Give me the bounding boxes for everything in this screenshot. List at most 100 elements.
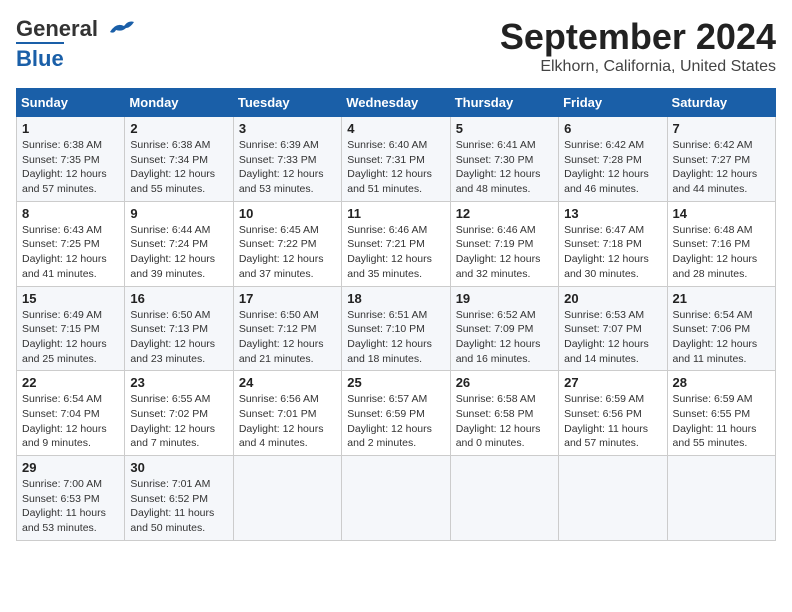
day-detail: Sunrise: 6:39 AM Sunset: 7:33 PM Dayligh…: [239, 138, 336, 197]
logo-bird-icon: [102, 18, 134, 40]
day-detail: Sunrise: 6:44 AM Sunset: 7:24 PM Dayligh…: [130, 223, 227, 282]
day-detail: Sunrise: 6:58 AM Sunset: 6:58 PM Dayligh…: [456, 392, 553, 451]
calendar-week-row: 15 Sunrise: 6:49 AM Sunset: 7:15 PM Dayli…: [17, 286, 776, 371]
day-number: 30: [130, 460, 227, 475]
calendar-cell: 17 Sunrise: 6:50 AM Sunset: 7:12 PM Dayli…: [233, 286, 341, 371]
calendar-cell: [342, 456, 450, 541]
day-detail: Sunrise: 6:52 AM Sunset: 7:09 PM Dayligh…: [456, 308, 553, 367]
weekday-header-tuesday: Tuesday: [233, 89, 341, 117]
day-detail: Sunrise: 6:42 AM Sunset: 7:28 PM Dayligh…: [564, 138, 661, 197]
calendar-cell: 13 Sunrise: 6:47 AM Sunset: 7:18 PM Dayli…: [559, 201, 667, 286]
calendar-cell: 18 Sunrise: 6:51 AM Sunset: 7:10 PM Dayli…: [342, 286, 450, 371]
day-detail: Sunrise: 6:49 AM Sunset: 7:15 PM Dayligh…: [22, 308, 119, 367]
calendar-cell: 30 Sunrise: 7:01 AM Sunset: 6:52 PM Dayli…: [125, 456, 233, 541]
calendar-subtitle: Elkhorn, California, United States: [500, 58, 776, 76]
weekday-header-sunday: Sunday: [17, 89, 125, 117]
calendar-cell: 20Sunrise: 6:53 AM Sunset: 7:07 PM Dayli…: [559, 286, 667, 371]
day-number: 2: [130, 121, 227, 136]
weekday-header-thursday: Thursday: [450, 89, 558, 117]
day-detail: Sunrise: 6:47 AM Sunset: 7:18 PM Dayligh…: [564, 223, 661, 282]
calendar-cell: 8 Sunrise: 6:43 AM Sunset: 7:25 PM Daylig…: [17, 201, 125, 286]
day-detail: Sunrise: 6:57 AM Sunset: 6:59 PM Dayligh…: [347, 392, 444, 451]
calendar-cell: 24Sunrise: 6:56 AM Sunset: 7:01 PM Dayli…: [233, 371, 341, 456]
day-number: 28: [673, 375, 770, 390]
calendar-week-row: 8 Sunrise: 6:43 AM Sunset: 7:25 PM Daylig…: [17, 201, 776, 286]
day-detail: Sunrise: 6:41 AM Sunset: 7:30 PM Dayligh…: [456, 138, 553, 197]
day-detail: Sunrise: 6:43 AM Sunset: 7:25 PM Dayligh…: [22, 223, 119, 282]
day-number: 20: [564, 291, 661, 306]
day-number: 5: [456, 121, 553, 136]
logo-general: General: [16, 16, 98, 42]
day-number: 3: [239, 121, 336, 136]
calendar-cell: [450, 456, 558, 541]
day-number: 18: [347, 291, 444, 306]
day-number: 17: [239, 291, 336, 306]
day-number: 19: [456, 291, 553, 306]
day-detail: Sunrise: 6:56 AM Sunset: 7:01 PM Dayligh…: [239, 392, 336, 451]
calendar-cell: 4 Sunrise: 6:40 AM Sunset: 7:31 PM Daylig…: [342, 117, 450, 202]
logo-blue: Blue: [16, 42, 64, 72]
day-number: 27: [564, 375, 661, 390]
calendar-week-row: 1Sunrise: 6:38 AM Sunset: 7:35 PM Daylig…: [17, 117, 776, 202]
calendar-cell: 2 Sunrise: 6:38 AM Sunset: 7:34 PM Daylig…: [125, 117, 233, 202]
day-number: 1: [22, 121, 119, 136]
day-number: 21: [673, 291, 770, 306]
calendar-cell: 23 Sunrise: 6:55 AM Sunset: 7:02 PM Dayli…: [125, 371, 233, 456]
calendar-table: SundayMondayTuesdayWednesdayThursdayFrid…: [16, 88, 776, 541]
day-detail: Sunrise: 6:50 AM Sunset: 7:13 PM Dayligh…: [130, 308, 227, 367]
calendar-week-row: 29 Sunrise: 7:00 AM Sunset: 6:53 PM Dayli…: [17, 456, 776, 541]
day-detail: Sunrise: 6:51 AM Sunset: 7:10 PM Dayligh…: [347, 308, 444, 367]
day-number: 26: [456, 375, 553, 390]
calendar-cell: 11Sunrise: 6:46 AM Sunset: 7:21 PM Dayli…: [342, 201, 450, 286]
day-detail: Sunrise: 6:59 AM Sunset: 6:55 PM Dayligh…: [673, 392, 770, 451]
calendar-cell: [667, 456, 775, 541]
calendar-cell: 27Sunrise: 6:59 AM Sunset: 6:56 PM Dayli…: [559, 371, 667, 456]
day-number: 15: [22, 291, 119, 306]
calendar-cell: 12 Sunrise: 6:46 AM Sunset: 7:19 PM Dayli…: [450, 201, 558, 286]
day-number: 11: [347, 206, 444, 221]
weekday-header-wednesday: Wednesday: [342, 89, 450, 117]
day-number: 7: [673, 121, 770, 136]
calendar-cell: 28 Sunrise: 6:59 AM Sunset: 6:55 PM Dayli…: [667, 371, 775, 456]
calendar-cell: 3 Sunrise: 6:39 AM Sunset: 7:33 PM Daylig…: [233, 117, 341, 202]
calendar-cell: 7 Sunrise: 6:42 AM Sunset: 7:27 PM Daylig…: [667, 117, 775, 202]
day-detail: Sunrise: 6:46 AM Sunset: 7:19 PM Dayligh…: [456, 223, 553, 282]
day-number: 23: [130, 375, 227, 390]
day-number: 25: [347, 375, 444, 390]
day-detail: Sunrise: 6:40 AM Sunset: 7:31 PM Dayligh…: [347, 138, 444, 197]
day-detail: Sunrise: 6:48 AM Sunset: 7:16 PM Dayligh…: [673, 223, 770, 282]
day-detail: Sunrise: 6:50 AM Sunset: 7:12 PM Dayligh…: [239, 308, 336, 367]
day-number: 13: [564, 206, 661, 221]
calendar-cell: [559, 456, 667, 541]
calendar-cell: 25 Sunrise: 6:57 AM Sunset: 6:59 PM Dayli…: [342, 371, 450, 456]
day-number: 4: [347, 121, 444, 136]
weekday-header-monday: Monday: [125, 89, 233, 117]
day-number: 16: [130, 291, 227, 306]
day-number: 10: [239, 206, 336, 221]
day-detail: Sunrise: 6:38 AM Sunset: 7:34 PM Dayligh…: [130, 138, 227, 197]
day-detail: Sunrise: 7:01 AM Sunset: 6:52 PM Dayligh…: [130, 477, 227, 536]
calendar-cell: 26 Sunrise: 6:58 AM Sunset: 6:58 PM Dayli…: [450, 371, 558, 456]
page-header: General Blue September 2024 Elkhorn, Cal…: [16, 16, 776, 76]
day-detail: Sunrise: 6:42 AM Sunset: 7:27 PM Dayligh…: [673, 138, 770, 197]
day-detail: Sunrise: 7:00 AM Sunset: 6:53 PM Dayligh…: [22, 477, 119, 536]
day-number: 6: [564, 121, 661, 136]
calendar-week-row: 22 Sunrise: 6:54 AM Sunset: 7:04 PM Dayli…: [17, 371, 776, 456]
day-detail: Sunrise: 6:55 AM Sunset: 7:02 PM Dayligh…: [130, 392, 227, 451]
calendar-cell: 1Sunrise: 6:38 AM Sunset: 7:35 PM Daylig…: [17, 117, 125, 202]
day-detail: Sunrise: 6:54 AM Sunset: 7:04 PM Dayligh…: [22, 392, 119, 451]
calendar-header-row: SundayMondayTuesdayWednesdayThursdayFrid…: [17, 89, 776, 117]
day-number: 14: [673, 206, 770, 221]
calendar-cell: 5 Sunrise: 6:41 AM Sunset: 7:30 PM Daylig…: [450, 117, 558, 202]
calendar-cell: 21 Sunrise: 6:54 AM Sunset: 7:06 PM Dayli…: [667, 286, 775, 371]
day-detail: Sunrise: 6:45 AM Sunset: 7:22 PM Dayligh…: [239, 223, 336, 282]
day-detail: Sunrise: 6:54 AM Sunset: 7:06 PM Dayligh…: [673, 308, 770, 367]
calendar-cell: 29 Sunrise: 7:00 AM Sunset: 6:53 PM Dayli…: [17, 456, 125, 541]
day-number: 29: [22, 460, 119, 475]
calendar-cell: 19 Sunrise: 6:52 AM Sunset: 7:09 PM Dayli…: [450, 286, 558, 371]
day-number: 8: [22, 206, 119, 221]
day-number: 12: [456, 206, 553, 221]
day-number: 22: [22, 375, 119, 390]
calendar-title-area: September 2024 Elkhorn, California, Unit…: [500, 16, 776, 76]
day-number: 9: [130, 206, 227, 221]
